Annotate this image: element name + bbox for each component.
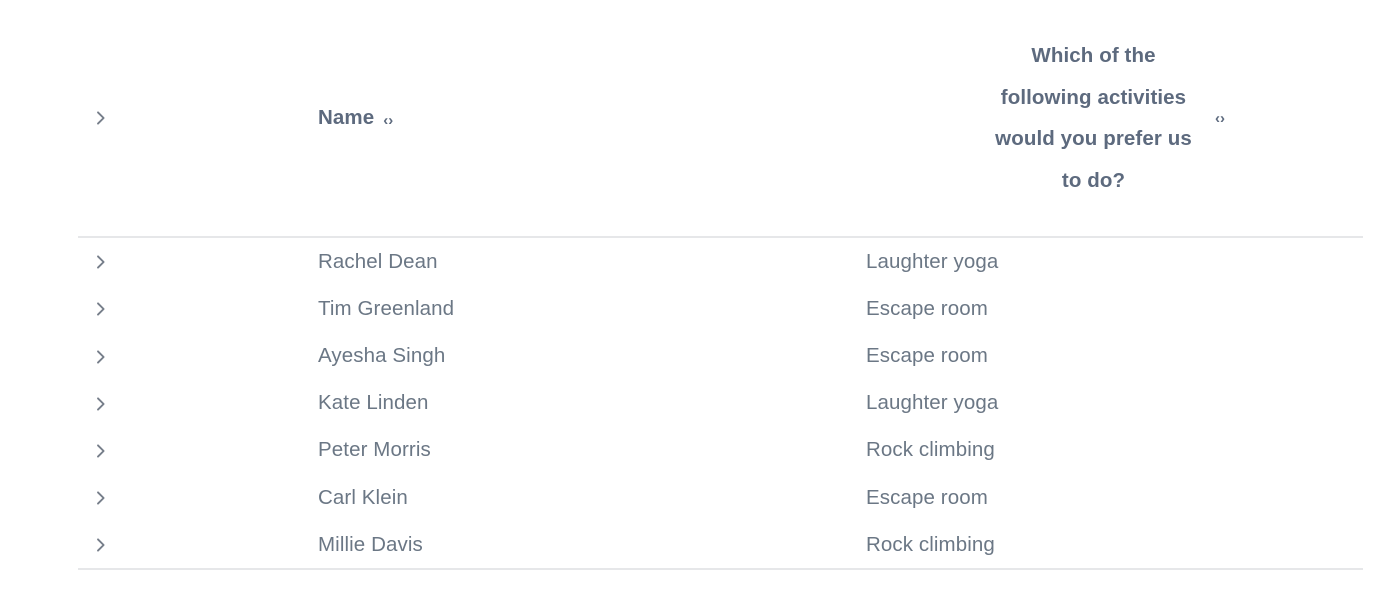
header-cell-question[interactable]: Which of the following activities would … [853,0,1363,238]
cell-answer: Laughter yoga [853,237,1363,285]
table-row[interactable]: Kate Linden Laughter yoga [78,380,1363,427]
activity-answer: Escape room [866,485,988,509]
cell-answer: Escape room [853,474,1363,521]
cell-name: Ayesha Singh [318,332,853,379]
respondent-name: Tim Greenland [318,296,455,320]
chevron-right-icon[interactable] [92,489,110,507]
cell-name: Rachel Dean [318,237,853,285]
row-expand-cell[interactable] [78,380,318,427]
row-expand-cell[interactable] [78,285,318,332]
chevron-right-icon[interactable] [92,536,110,554]
cell-name: Tim Greenland [318,285,853,332]
activity-answer: Escape room [866,343,988,367]
sort-toggle-icon-question[interactable]: ‹› [1215,111,1225,126]
activity-answer: Rock climbing [866,438,995,462]
respondent-name: Millie Davis [318,532,423,556]
row-expand-cell[interactable] [78,521,318,571]
table-row[interactable]: Tim Greenland Escape room [78,285,1363,332]
cell-name: Millie Davis [318,521,853,571]
respondent-name: Ayesha Singh [318,343,446,367]
table-body: Rachel Dean Laughter yoga Tim Greenland Esc… [78,237,1363,571]
header-question-inner: Which of the following activities would … [991,35,1225,201]
table-row[interactable]: Peter Morris Rock climbing [78,427,1363,474]
table-row[interactable]: Carl Klein Escape room [78,474,1363,521]
row-expand-cell[interactable] [78,332,318,379]
chevron-right-icon[interactable] [92,253,110,271]
row-expand-cell[interactable] [78,237,318,285]
cell-answer: Rock climbing [853,521,1363,571]
header-label-question: Which of the following activities would … [995,44,1192,192]
cell-answer: Rock climbing [853,427,1363,474]
respondent-name: Carl Klein [318,485,408,509]
header-label-name: Name [318,106,375,130]
respondent-name: Rachel Dean [318,249,438,273]
chevron-right-icon[interactable] [92,348,110,366]
cell-name: Kate Linden [318,380,853,427]
header-row: Name ‹› Which of the following activities… [78,0,1363,238]
chevron-right-icon[interactable] [92,442,110,460]
header-name-inner: Name ‹› [318,97,393,139]
activity-answer: Rock climbing [866,532,995,556]
respondent-name: Peter Morris [318,438,431,462]
activity-answer: Laughter yoga [866,391,999,415]
table-row[interactable]: Rachel Dean Laughter yoga [78,237,1363,285]
row-expand-cell[interactable] [78,427,318,474]
cell-answer: Laughter yoga [853,380,1363,427]
sort-toggle-icon-name[interactable]: ‹› [383,113,393,128]
activity-answer: Laughter yoga [866,249,999,273]
chevron-right-icon[interactable] [92,395,110,413]
header-expand-all-cell[interactable] [78,0,318,238]
response-table: Name ‹› Which of the following activities… [78,0,1363,571]
response-table-container: Name ‹› Which of the following activities… [78,0,1363,599]
header-cell-name[interactable]: Name ‹› [318,0,853,238]
cell-answer: Escape room [853,285,1363,332]
row-expand-cell[interactable] [78,474,318,521]
chevron-right-icon[interactable] [92,300,110,318]
cell-name: Carl Klein [318,474,853,521]
table-header: Name ‹› Which of the following activities… [78,0,1363,238]
table-row[interactable]: Ayesha Singh Escape room [78,332,1363,379]
table-row[interactable]: Millie Davis Rock climbing [78,521,1363,571]
cell-name: Peter Morris [318,427,853,474]
cell-answer: Escape room [853,332,1363,379]
chevron-right-icon[interactable] [92,109,110,127]
activity-answer: Escape room [866,296,988,320]
respondent-name: Kate Linden [318,391,429,415]
